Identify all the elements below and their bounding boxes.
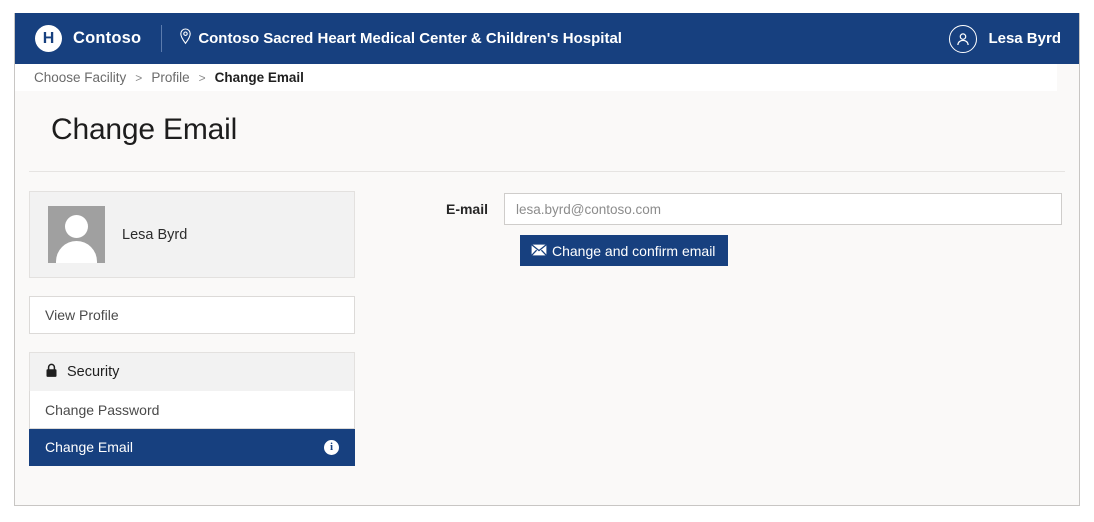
sidebar-item-view-profile[interactable]: View Profile	[29, 296, 355, 334]
app-window: H Contoso Contoso Sacred Heart Medical C…	[14, 13, 1080, 506]
form-actions: Change and confirm email	[426, 235, 1079, 266]
breadcrumb-separator: >	[135, 70, 143, 85]
breadcrumb-item-choose-facility[interactable]: Choose Facility	[34, 70, 126, 85]
facility-selector[interactable]: Contoso Sacred Heart Medical Center & Ch…	[179, 28, 622, 49]
facility-name: Contoso Sacred Heart Medical Center & Ch…	[198, 30, 622, 47]
security-group-label: Security	[67, 364, 120, 380]
profile-card: Lesa Byrd	[29, 191, 355, 278]
security-group-header: Security	[29, 352, 355, 391]
location-pin-icon	[179, 28, 192, 49]
top-navigation-bar: H Contoso Contoso Sacred Heart Medical C…	[15, 13, 1079, 64]
change-email-form: E-mail Change and confirm email	[355, 191, 1079, 466]
breadcrumb-item-change-email: Change Email	[214, 70, 304, 85]
avatar-head	[65, 215, 88, 238]
breadcrumb-bar: Choose Facility > Profile > Change Email	[15, 64, 1057, 91]
page-title: Change Email	[51, 113, 238, 146]
change-email-label: Change Email	[45, 439, 133, 455]
profile-sidebar: Lesa Byrd View Profile Security Change P…	[29, 191, 355, 466]
hospital-circle-icon: H	[35, 25, 62, 52]
sidebar-item-change-password[interactable]: Change Password	[29, 391, 355, 429]
info-icon-glyph: i	[329, 440, 334, 453]
security-list-group: Security Change Password Change Email i	[29, 352, 355, 466]
avatar-body	[56, 241, 97, 263]
email-field-row: E-mail	[426, 193, 1079, 225]
breadcrumb-separator: >	[198, 70, 206, 85]
user-avatar-icon	[949, 24, 978, 53]
breadcrumb: Choose Facility > Profile > Change Email	[34, 70, 304, 85]
brand-name: Contoso	[73, 29, 142, 47]
brand-area[interactable]: H Contoso	[35, 25, 141, 52]
user-menu[interactable]: Lesa Byrd	[949, 24, 1061, 53]
header-divider	[161, 25, 163, 52]
page-content: Lesa Byrd View Profile Security Change P…	[15, 172, 1079, 466]
profile-card-name: Lesa Byrd	[122, 226, 188, 243]
logo-letter: H	[42, 29, 55, 47]
breadcrumb-item-profile[interactable]: Profile	[151, 70, 189, 85]
change-password-label: Change Password	[45, 401, 160, 418]
user-name-label: Lesa Byrd	[988, 30, 1061, 47]
email-field-label: E-mail	[445, 201, 488, 217]
page-header: Change Email	[15, 91, 1079, 147]
envelope-icon	[531, 243, 547, 259]
view-profile-label: View Profile	[45, 307, 119, 323]
email-input[interactable]	[504, 193, 1062, 225]
lock-icon	[45, 363, 58, 382]
user-placeholder-avatar	[48, 206, 105, 263]
change-and-confirm-email-button[interactable]: Change and confirm email	[520, 235, 729, 266]
sidebar-item-change-email[interactable]: Change Email i	[29, 429, 355, 466]
submit-button-label: Change and confirm email	[552, 242, 716, 259]
info-circle-icon[interactable]: i	[324, 439, 339, 455]
